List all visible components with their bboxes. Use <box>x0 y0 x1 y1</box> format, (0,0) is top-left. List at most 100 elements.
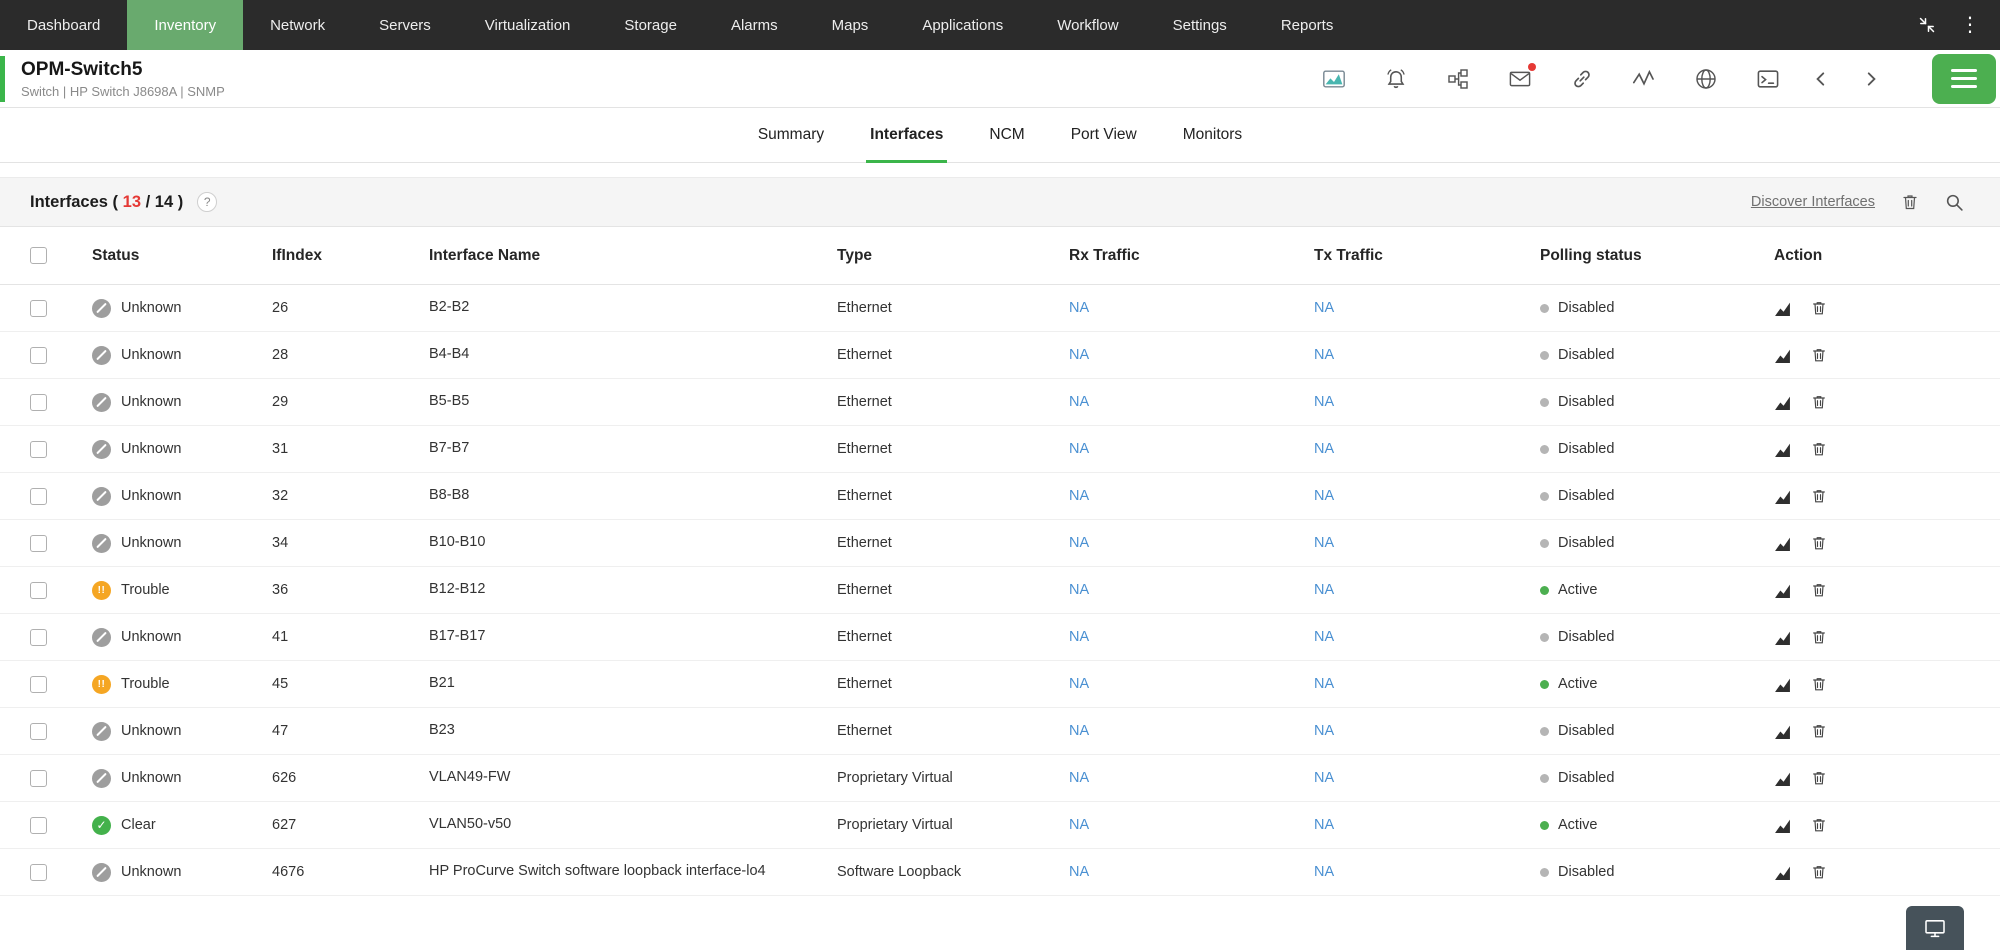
row-checkbox[interactable] <box>30 488 47 505</box>
rx-traffic-link[interactable]: NA <box>1069 582 1089 598</box>
terminal-icon[interactable] <box>1756 67 1780 91</box>
rx-traffic-link[interactable]: NA <box>1069 300 1089 316</box>
delete-interface-icon[interactable] <box>1811 347 1827 363</box>
nav-item-reports[interactable]: Reports <box>1254 0 1361 50</box>
search-icon[interactable] <box>1945 193 1964 212</box>
tx-traffic-link[interactable]: NA <box>1314 488 1334 504</box>
sparkline-icon[interactable] <box>1632 67 1656 91</box>
kebab-menu-icon[interactable]: ⋮ <box>1960 15 1980 35</box>
tx-traffic-link[interactable]: NA <box>1314 864 1334 880</box>
nav-item-settings[interactable]: Settings <box>1146 0 1254 50</box>
traffic-graph-icon[interactable] <box>1774 723 1791 740</box>
rx-traffic-link[interactable]: NA <box>1069 488 1089 504</box>
console-panel-button[interactable] <box>1906 906 1964 950</box>
delete-interface-icon[interactable] <box>1811 394 1827 410</box>
row-checkbox[interactable] <box>30 535 47 552</box>
row-checkbox[interactable] <box>30 629 47 646</box>
rx-traffic-link[interactable]: NA <box>1069 817 1089 833</box>
nav-item-applications[interactable]: Applications <box>895 0 1030 50</box>
rx-traffic-link[interactable]: NA <box>1069 347 1089 363</box>
delete-interface-icon[interactable] <box>1811 488 1827 504</box>
row-checkbox[interactable] <box>30 723 47 740</box>
delete-interface-icon[interactable] <box>1811 723 1827 739</box>
traffic-graph-icon[interactable] <box>1774 582 1791 599</box>
delete-interface-icon[interactable] <box>1811 676 1827 692</box>
row-checkbox[interactable] <box>30 347 47 364</box>
delete-interface-icon[interactable] <box>1811 864 1827 880</box>
tx-traffic-link[interactable]: NA <box>1314 629 1334 645</box>
rx-traffic-link[interactable]: NA <box>1069 535 1089 551</box>
tx-traffic-link[interactable]: NA <box>1314 817 1334 833</box>
nav-item-servers[interactable]: Servers <box>352 0 458 50</box>
tx-traffic-link[interactable]: NA <box>1314 441 1334 457</box>
tx-traffic-link[interactable]: NA <box>1314 394 1334 410</box>
traffic-graph-icon[interactable] <box>1774 676 1791 693</box>
menu-icon[interactable] <box>1932 54 1996 104</box>
tx-traffic-link[interactable]: NA <box>1314 676 1334 692</box>
help-icon[interactable]: ? <box>197 192 217 212</box>
alarm-bell-icon[interactable] <box>1384 67 1408 91</box>
tx-traffic-link[interactable]: NA <box>1314 347 1334 363</box>
traffic-graph-icon[interactable] <box>1774 864 1791 881</box>
tx-traffic-link[interactable]: NA <box>1314 582 1334 598</box>
delete-interface-icon[interactable] <box>1811 300 1827 316</box>
row-checkbox[interactable] <box>30 817 47 834</box>
traffic-graph-icon[interactable] <box>1774 300 1791 317</box>
performance-chart-icon[interactable] <box>1322 67 1346 91</box>
tab-summary[interactable]: Summary <box>740 108 842 162</box>
nav-item-maps[interactable]: Maps <box>805 0 896 50</box>
rx-traffic-link[interactable]: NA <box>1069 864 1089 880</box>
delete-interface-icon[interactable] <box>1811 770 1827 786</box>
select-all-checkbox[interactable] <box>30 247 47 264</box>
link-icon[interactable] <box>1570 67 1594 91</box>
chevron-left-icon[interactable] <box>1812 70 1830 88</box>
rx-traffic-link[interactable]: NA <box>1069 770 1089 786</box>
chevron-right-icon[interactable] <box>1862 70 1880 88</box>
row-checkbox[interactable] <box>30 864 47 881</box>
row-checkbox[interactable] <box>30 394 47 411</box>
row-checkbox[interactable] <box>30 582 47 599</box>
tab-interfaces[interactable]: Interfaces <box>852 108 961 162</box>
discover-interfaces-link[interactable]: Discover Interfaces <box>1751 194 1875 210</box>
delete-icon[interactable] <box>1901 193 1919 211</box>
traffic-graph-icon[interactable] <box>1774 394 1791 411</box>
topology-icon[interactable] <box>1446 67 1470 91</box>
rx-traffic-link[interactable]: NA <box>1069 629 1089 645</box>
tab-ncm[interactable]: NCM <box>971 108 1042 162</box>
traffic-graph-icon[interactable] <box>1774 535 1791 552</box>
nav-item-virtualization[interactable]: Virtualization <box>458 0 598 50</box>
rx-traffic-link[interactable]: NA <box>1069 676 1089 692</box>
nav-item-alarms[interactable]: Alarms <box>704 0 805 50</box>
traffic-graph-icon[interactable] <box>1774 347 1791 364</box>
row-checkbox[interactable] <box>30 770 47 787</box>
traffic-graph-icon[interactable] <box>1774 817 1791 834</box>
rx-traffic-link[interactable]: NA <box>1069 394 1089 410</box>
nav-item-storage[interactable]: Storage <box>597 0 704 50</box>
nav-item-dashboard[interactable]: Dashboard <box>0 0 127 50</box>
row-checkbox[interactable] <box>30 300 47 317</box>
delete-interface-icon[interactable] <box>1811 535 1827 551</box>
traffic-graph-icon[interactable] <box>1774 488 1791 505</box>
tab-port-view[interactable]: Port View <box>1053 108 1155 162</box>
nav-item-inventory[interactable]: Inventory <box>127 0 243 50</box>
mail-icon[interactable] <box>1508 67 1532 91</box>
traffic-graph-icon[interactable] <box>1774 629 1791 646</box>
delete-interface-icon[interactable] <box>1811 817 1827 833</box>
tab-monitors[interactable]: Monitors <box>1165 108 1260 162</box>
tx-traffic-link[interactable]: NA <box>1314 535 1334 551</box>
tx-traffic-link[interactable]: NA <box>1314 770 1334 786</box>
rx-traffic-link[interactable]: NA <box>1069 441 1089 457</box>
delete-interface-icon[interactable] <box>1811 629 1827 645</box>
traffic-graph-icon[interactable] <box>1774 770 1791 787</box>
delete-interface-icon[interactable] <box>1811 441 1827 457</box>
collapse-icon[interactable] <box>1918 16 1936 34</box>
nav-item-workflow[interactable]: Workflow <box>1030 0 1145 50</box>
traffic-graph-icon[interactable] <box>1774 441 1791 458</box>
tx-traffic-link[interactable]: NA <box>1314 300 1334 316</box>
row-checkbox[interactable] <box>30 441 47 458</box>
tx-traffic-link[interactable]: NA <box>1314 723 1334 739</box>
row-checkbox[interactable] <box>30 676 47 693</box>
rx-traffic-link[interactable]: NA <box>1069 723 1089 739</box>
globe-icon[interactable] <box>1694 67 1718 91</box>
delete-interface-icon[interactable] <box>1811 582 1827 598</box>
